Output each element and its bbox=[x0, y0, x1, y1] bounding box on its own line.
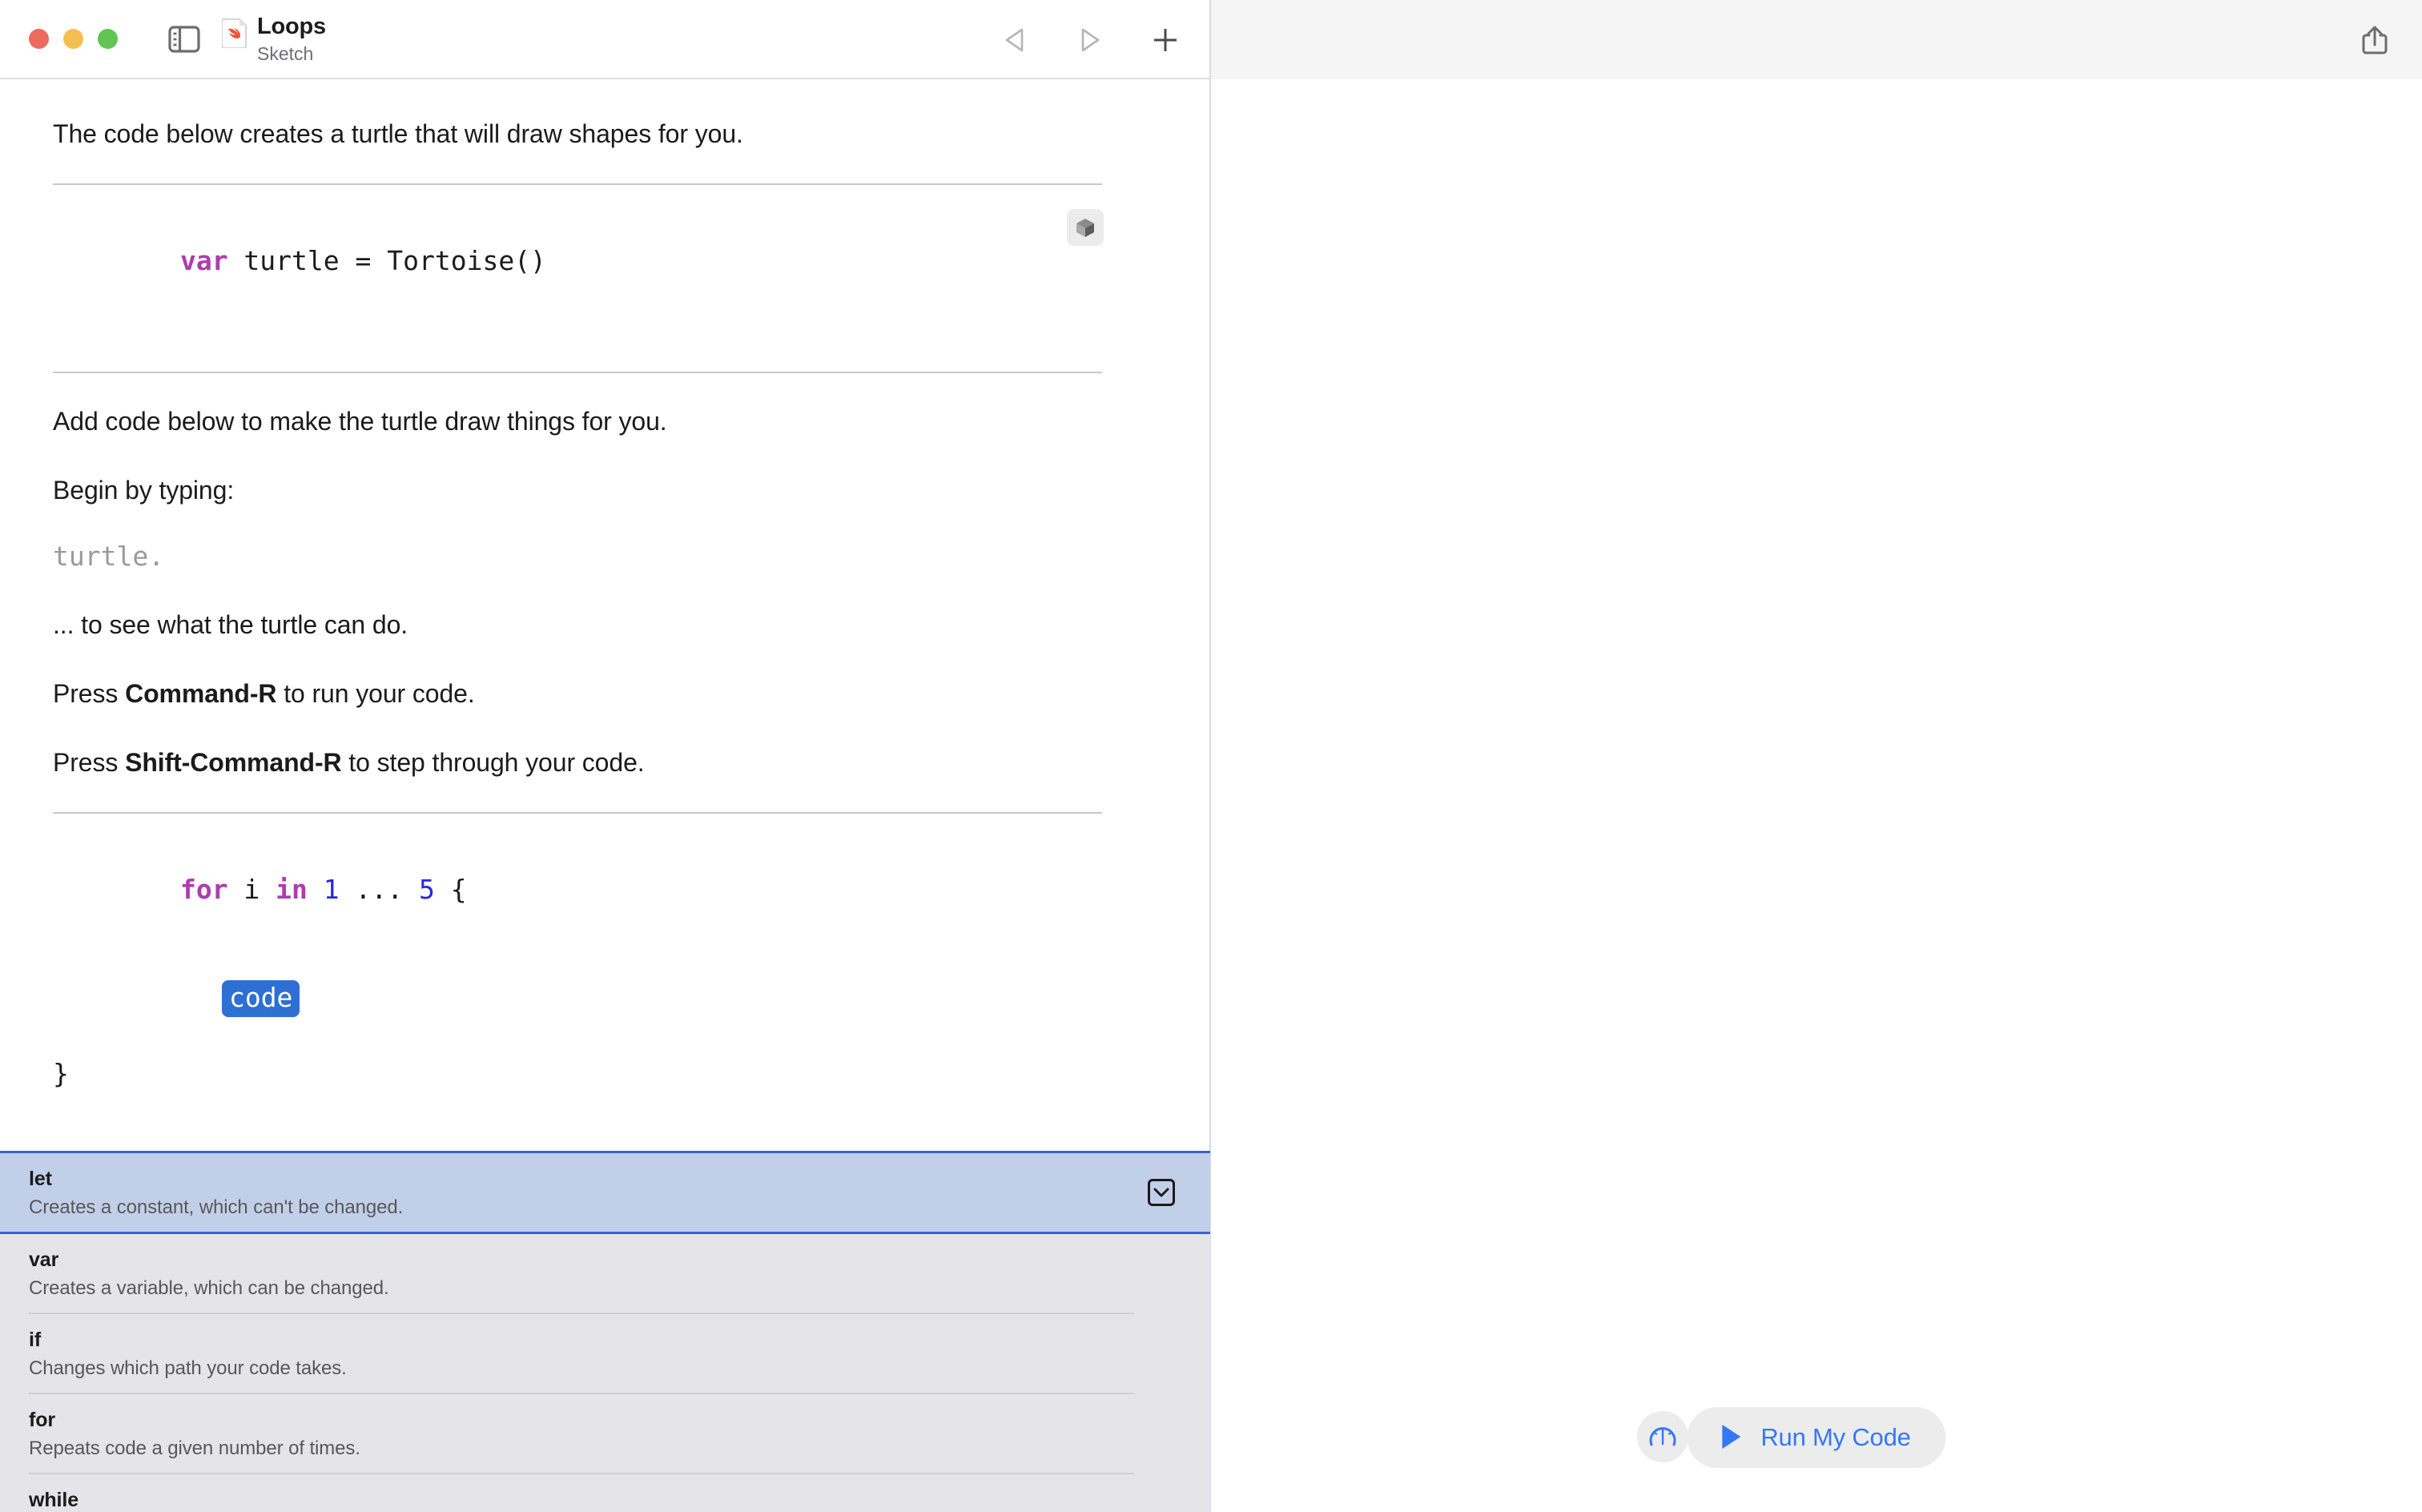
traffic-lights bbox=[29, 29, 118, 49]
run-my-code-label: Run My Code bbox=[1760, 1423, 1910, 1452]
keyword-in: in bbox=[276, 874, 308, 905]
live-view-canvas[interactable]: Run My Code bbox=[1211, 79, 2422, 1512]
titlebar-actions bbox=[993, 0, 1187, 79]
share-icon[interactable] bbox=[2353, 18, 2396, 62]
navigate-forward-button[interactable] bbox=[1068, 18, 1112, 62]
instruction-paragraph-step: Press Shift-Command-R to step through yo… bbox=[53, 746, 1157, 778]
chevron-down-icon[interactable] bbox=[1148, 1179, 1175, 1206]
code-line-for-loop-open[interactable]: for i in 1 ... 5 { bbox=[53, 839, 1157, 941]
brace-open: { bbox=[435, 874, 467, 905]
close-window-button[interactable] bbox=[29, 29, 49, 49]
live-view-pane: Run My Code bbox=[1211, 0, 2422, 1512]
autocomplete-item-name: let bbox=[29, 1168, 1181, 1191]
loop-block-rule-top bbox=[53, 812, 1102, 814]
code-editor-pane: Loops Sketch bbox=[0, 0, 1211, 1512]
keyword-for: for bbox=[180, 874, 228, 905]
document-title-group[interactable]: Loops Sketch bbox=[222, 13, 326, 64]
code-line-var-turtle[interactable]: var turtle = Tortoise() bbox=[53, 211, 1157, 346]
code-block-rule-bottom bbox=[53, 372, 1102, 373]
press-prefix-run: Press bbox=[53, 679, 125, 708]
autocomplete-item-while[interactable]: while bbox=[0, 1474, 1210, 1512]
add-page-button[interactable] bbox=[1144, 18, 1187, 62]
window-titlebar: Loops Sketch bbox=[0, 0, 1209, 79]
press-prefix-step: Press bbox=[53, 748, 125, 777]
code-line-loop-body[interactable]: code bbox=[53, 947, 1157, 1049]
instruction-paragraph-3: Begin by typing: bbox=[53, 474, 1157, 506]
code-block-rule-top bbox=[53, 183, 1102, 185]
playgrounds-window: Loops Sketch bbox=[0, 0, 2422, 1512]
code-text-turtle-assignment: turtle = Tortoise() bbox=[228, 245, 546, 276]
zoom-window-button[interactable] bbox=[98, 29, 118, 49]
instruction-paragraph-2: Add code below to make the turtle draw t… bbox=[53, 405, 1157, 437]
autocomplete-item-desc: Repeats code a given number of times. bbox=[29, 1438, 1181, 1460]
autocomplete-item-name: var bbox=[29, 1249, 1181, 1272]
loop-variable-i: i bbox=[228, 874, 276, 905]
shortcut-command-r: Command-R bbox=[125, 679, 276, 708]
document-subtitle: Sketch bbox=[257, 43, 326, 65]
page-title: Loops bbox=[257, 13, 326, 40]
instruction-paragraph-4: ... to see what the turtle can do. bbox=[53, 609, 1157, 641]
autocomplete-item-name: for bbox=[29, 1409, 1181, 1432]
sidebar-toggle-icon[interactable] bbox=[166, 21, 203, 58]
autocomplete-item-name: while bbox=[29, 1489, 1181, 1512]
code-placeholder-token[interactable]: code bbox=[222, 980, 300, 1017]
play-triangle-icon bbox=[1719, 1423, 1743, 1453]
run-my-code-button[interactable]: Run My Code bbox=[1687, 1407, 1945, 1468]
code-line-brace-close[interactable]: } bbox=[53, 1057, 1157, 1091]
autocomplete-popup[interactable]: let Creates a constant, which can't be c… bbox=[0, 1151, 1210, 1512]
autocomplete-item-for[interactable]: for Repeats code a given number of times… bbox=[0, 1394, 1210, 1473]
navigate-back-button[interactable] bbox=[993, 18, 1036, 62]
autocomplete-item-desc: Changes which path your code takes. bbox=[29, 1357, 1181, 1380]
swift-playground-file-icon bbox=[222, 18, 247, 52]
instruction-paragraph-1: The code below creates a turtle that wil… bbox=[53, 118, 1157, 150]
shortcut-shift-command-r: Shift-Command-R bbox=[125, 748, 341, 777]
instruction-paragraph-run: Press Command-R to run your code. bbox=[53, 678, 1157, 710]
press-suffix-run: to run your code. bbox=[276, 679, 474, 708]
autocomplete-item-if[interactable]: if Changes which path your code takes. bbox=[0, 1314, 1210, 1393]
range-start-number: 1 bbox=[324, 874, 340, 905]
autocomplete-item-desc: Creates a constant, which can't be chang… bbox=[29, 1196, 1181, 1219]
live-view-header bbox=[1211, 0, 2422, 79]
ghost-code-turtle-dot: turtle. bbox=[53, 540, 1157, 573]
keyword-var: var bbox=[180, 245, 228, 276]
range-operator: ... bbox=[340, 874, 419, 905]
speedometer-icon[interactable] bbox=[1637, 1411, 1688, 1462]
range-end-number: 5 bbox=[419, 874, 435, 905]
autocomplete-item-name: if bbox=[29, 1329, 1181, 1352]
autocomplete-item-var[interactable]: var Creates a variable, which can be cha… bbox=[0, 1234, 1210, 1313]
autocomplete-item-let[interactable]: let Creates a constant, which can't be c… bbox=[0, 1151, 1210, 1234]
cube-icon[interactable] bbox=[1067, 209, 1104, 246]
autocomplete-item-desc: Creates a variable, which can be changed… bbox=[29, 1277, 1181, 1300]
press-suffix-step: to step through your code. bbox=[342, 748, 645, 777]
minimize-window-button[interactable] bbox=[63, 29, 83, 49]
